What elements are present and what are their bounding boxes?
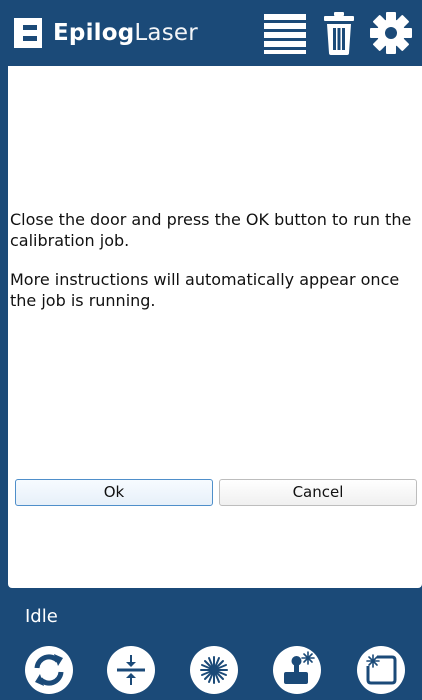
trash-icon[interactable] — [322, 10, 356, 56]
jog-icon[interactable] — [272, 645, 322, 695]
brand-name-light: Laser — [134, 20, 198, 46]
settings-gear-icon[interactable] — [369, 10, 413, 56]
epilog-logo-mark-icon — [14, 18, 42, 48]
laser-fire-icon[interactable] — [189, 645, 239, 695]
focus-icon[interactable] — [106, 645, 156, 695]
cancel-button[interactable]: Cancel — [219, 479, 417, 506]
instruction-followup-text: More instructions will automatically app… — [10, 270, 400, 310]
job-list-icon[interactable] — [262, 10, 308, 56]
brand-name: EpilogLaser — [53, 20, 198, 46]
refresh-icon[interactable] — [24, 645, 74, 695]
calibration-dialog: Close the door and press the OK button t… — [8, 66, 422, 588]
dialog-message: Close the door and press the OK button t… — [10, 209, 418, 329]
top-bar: EpilogLaser — [0, 0, 422, 66]
brand-name-bold: Epilog — [53, 20, 135, 46]
home-corner-icon[interactable] — [356, 645, 406, 695]
ok-button[interactable]: Ok — [15, 479, 213, 506]
machine-status: Idle — [25, 606, 58, 627]
epilog-laser-logo: EpilogLaser — [14, 17, 198, 49]
instruction-text: Close the door and press the OK button t… — [10, 210, 412, 250]
